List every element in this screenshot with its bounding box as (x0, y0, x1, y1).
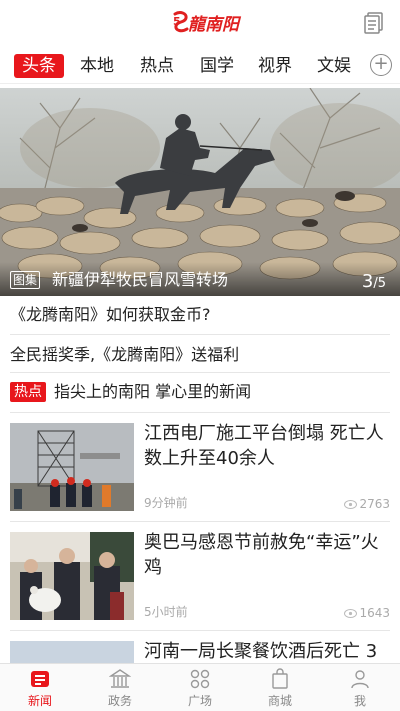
news-item[interactable]: 江西电厂施工平台倒塌 死亡人数上升至40余人 9分钟前 2763 (0, 413, 400, 521)
gallery-badge: 图集 (10, 271, 41, 289)
add-channel-icon[interactable]: + (370, 54, 392, 76)
tabbar-government[interactable]: 政务 (90, 668, 150, 709)
tab-headline[interactable]: 头条 (14, 54, 64, 78)
tabbar-label: 我 (353, 694, 366, 708)
news-view-count: 2763 (359, 497, 390, 511)
text-link-lottery[interactable]: 全民摇奖季,《龙腾南阳》送福利 (10, 336, 390, 374)
tabbar-square[interactable]: 广场 (170, 668, 230, 709)
hero-current-index: 3 (361, 271, 374, 292)
news-item[interactable]: 奥巴马感恩节前赦免“幸运”火鸡 5小时前 1643 (0, 522, 400, 630)
hero-title[interactable]: 新疆伊犁牧民冒风雪转场 (52, 266, 228, 290)
logo-text: 龍南阳 (188, 14, 239, 35)
square-grid-icon (190, 669, 210, 689)
app-logo: 5 龍南阳 (172, 10, 239, 35)
hero-total: /5 (373, 276, 386, 291)
news-title[interactable]: 奥巴马感恩节前赦免“幸运”火鸡 (144, 530, 390, 580)
tabbar-news[interactable]: 新闻 (10, 668, 70, 709)
tabbar-label: 政务 (107, 694, 132, 708)
tab-vision[interactable]: 视界 (258, 54, 292, 78)
tab-entertainment[interactable]: 文娱 (317, 54, 351, 78)
app-header: 5 龍南阳 (0, 0, 400, 44)
hero-page-indicator: 3/5 (362, 271, 386, 292)
channel-tabs: 头条 本地 热点 国学 视界 文娱 + (0, 48, 400, 84)
tabbar-label: 商城 (267, 694, 292, 708)
news-item[interactable]: 河南一局长聚餐饮酒后死亡 3 (0, 631, 400, 663)
shopping-bag-icon (272, 668, 288, 689)
news-title[interactable]: 河南一局长聚餐饮酒后死亡 3 (144, 639, 390, 663)
tabbar-label: 广场 (187, 694, 212, 708)
news-views: 1643 (344, 606, 390, 620)
eye-icon (344, 608, 358, 618)
news-thumbnail (10, 532, 134, 620)
news-time: 9分钟前 (144, 496, 188, 510)
news-views: 2763 (344, 497, 390, 511)
tab-local[interactable]: 本地 (80, 54, 114, 78)
bottom-tab-bar: 新闻 政务 广场 商城 我 (0, 663, 400, 711)
news-icon (31, 671, 49, 687)
eye-icon (344, 499, 358, 509)
tabbar-mall[interactable]: 商城 (250, 668, 310, 709)
text-link-coins[interactable]: 《龙腾南阳》如何获取金币? (10, 296, 390, 334)
document-icon[interactable] (364, 12, 384, 34)
news-title[interactable]: 江西电厂施工平台倒塌 死亡人数上升至40余人 (144, 421, 390, 471)
news-time: 5小时前 (144, 605, 188, 619)
tabbar-me[interactable]: 我 (330, 668, 390, 709)
logo-mark-icon: 5 (173, 11, 189, 33)
divider (10, 372, 390, 373)
divider (10, 334, 390, 335)
svg-text:5: 5 (173, 15, 181, 28)
tab-guoxue[interactable]: 国学 (200, 54, 234, 78)
news-thumbnail (10, 641, 134, 663)
person-icon (351, 670, 369, 689)
hero-carousel[interactable]: 图集 新疆伊犁牧民冒风雪转场 3/5 (0, 88, 400, 296)
government-building-icon (109, 669, 131, 688)
hot-headline[interactable]: 指尖上的南阳 掌心里的新闻 (54, 380, 251, 404)
tabbar-label: 新闻 (27, 694, 52, 708)
hot-tag: 热点 (10, 382, 46, 402)
news-thumbnail (10, 423, 134, 511)
news-view-count: 1643 (359, 606, 390, 620)
tab-hot[interactable]: 热点 (140, 54, 174, 78)
